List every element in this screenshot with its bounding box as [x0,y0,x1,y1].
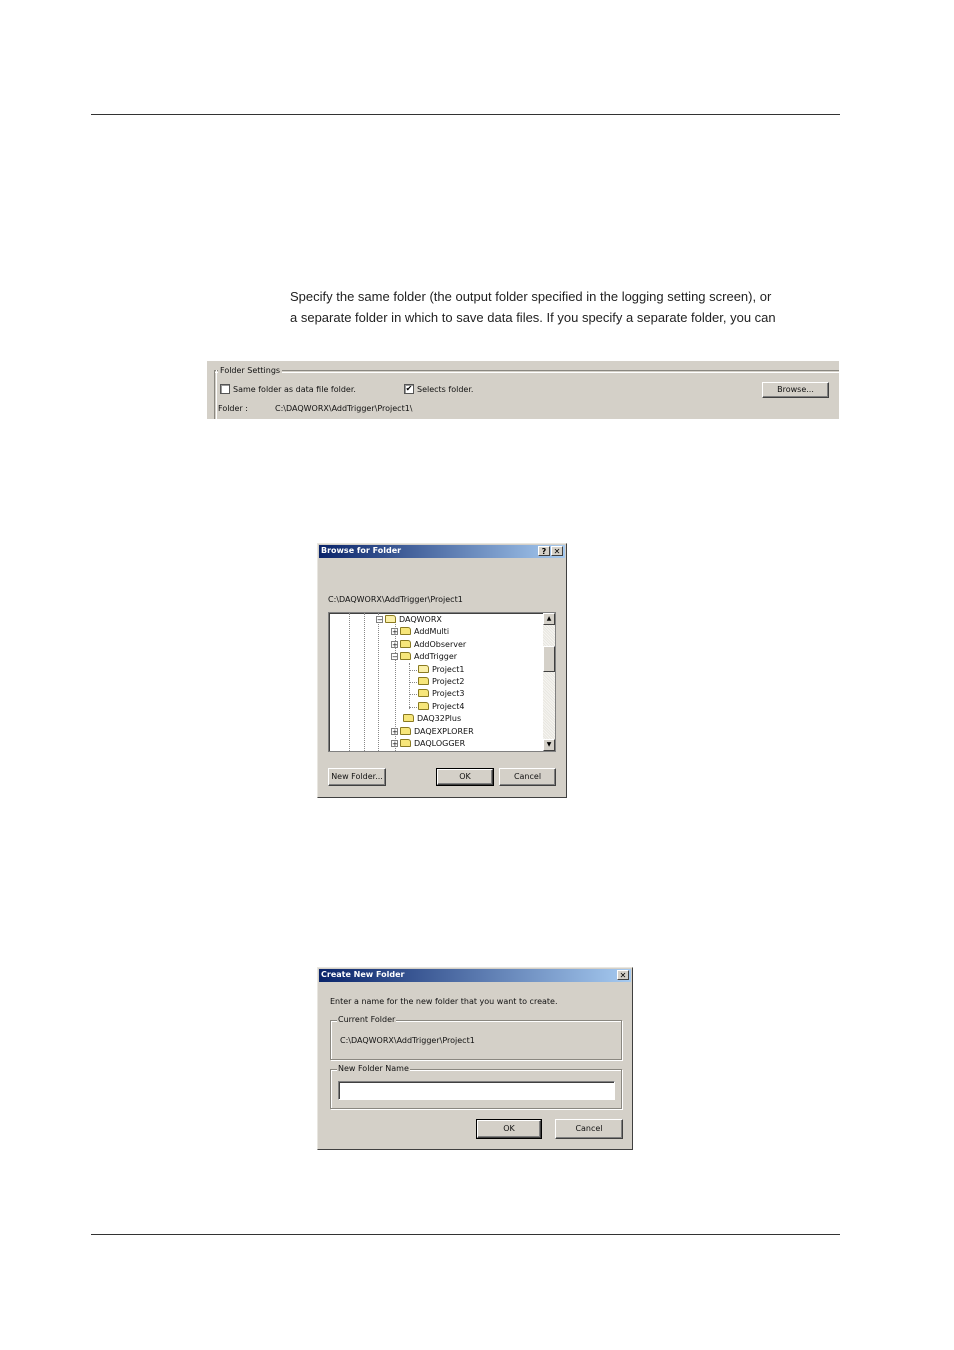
expand-icon[interactable]: + [391,641,398,649]
expand-icon[interactable]: + [391,628,398,636]
footer-rule [91,1234,840,1235]
create-dialog-titlebar: Create New Folder ✕ [319,969,631,982]
folder-icon [400,627,411,635]
tree-item-daqexplorer[interactable]: + DAQEXPLORER [391,727,474,739]
group-border-top [214,370,839,373]
new-folder-name-input[interactable] [338,1081,615,1100]
tree-item-label: DAQWORX [399,615,442,624]
collapse-icon[interactable]: − [376,616,383,624]
tree-guide [409,694,417,695]
folder-icon [400,739,411,747]
close-icon[interactable]: ✕ [551,546,563,556]
create-instruction: Enter a name for the new folder that you… [330,997,558,1006]
same-folder-label: Same folder as data file folder. [233,385,356,394]
folder-icon [403,714,414,722]
tree-item-label: DAQLOGGER [414,739,466,748]
tree-item-label: Project2 [432,677,465,686]
tree-item-addmulti[interactable]: + AddMulti [391,627,449,639]
tree-item-addobserver[interactable]: + AddObserver [391,640,466,652]
browse-current-path: C:\DAQWORX\AddTrigger\Project1 [328,595,463,604]
close-icon[interactable]: ✕ [617,970,629,980]
tree-guide [364,613,365,751]
cancel-button[interactable]: Cancel [555,1119,623,1139]
create-dialog-title: Create New Folder [321,970,405,979]
folder-icon [418,677,429,685]
tree-item-label: AddObserver [414,640,467,649]
tree-item-label: Project1 [432,665,465,674]
browse-dialog-title: Browse for Folder [321,546,402,555]
folder-icon [418,702,429,710]
expand-icon[interactable]: + [391,740,398,748]
create-new-folder-dialog: Create New Folder ✕ Enter a name for the… [317,967,633,1150]
folder-icon [400,727,411,735]
tree-guide [409,707,417,708]
tree-item-label: AddTrigger [414,652,458,661]
tree-item-label: Project4 [432,702,465,711]
paragraph-line-1: Specify the same folder (the output fold… [290,289,772,304]
browse-dialog-titlebar: Browse for Folder ? ✕ [319,545,565,558]
folder-open-icon [385,615,396,623]
same-folder-checkbox[interactable] [220,384,230,394]
scroll-thumb[interactable] [543,646,555,672]
expand-icon[interactable]: + [391,728,398,736]
tree-guide [349,613,350,751]
tree-item-daq32plus[interactable]: DAQ32Plus [403,714,461,726]
tree-item-project2[interactable]: Project2 [418,677,464,689]
browse-button[interactable]: Browse... [762,382,829,398]
folder-open-icon [418,665,429,673]
scroll-up-icon[interactable]: ▲ [543,613,555,625]
tree-guide [378,613,379,751]
new-folder-name-group: New Folder Name [330,1064,622,1109]
folder-icon [400,652,411,660]
selects-folder-checkbox[interactable]: ✔ [404,384,414,394]
header-rule [91,114,840,115]
ok-button[interactable]: OK [436,768,494,786]
tree-item-project3[interactable]: Project3 [418,689,464,701]
current-folder-group: Current Folder C:\DAQWORX\AddTrigger\Pro… [330,1015,622,1060]
tree-item-label: DAQEXPLORER [414,727,474,736]
group-border-left [214,370,217,419]
help-button[interactable]: ? [538,546,550,556]
scroll-down-icon[interactable]: ▼ [543,739,555,751]
current-folder-legend: Current Folder [337,1015,397,1024]
tree-guide [409,670,417,671]
tree-item-project1[interactable]: Project1 [418,665,464,677]
folder-label: Folder : [218,404,248,413]
new-folder-name-legend: New Folder Name [337,1064,410,1073]
cancel-button[interactable]: Cancel [499,768,556,786]
tree-item-daqworx[interactable]: − DAQWORX [376,615,442,627]
selects-folder-label: Selects folder. [417,385,474,394]
folder-icon [400,640,411,648]
tree-item-addtrigger[interactable]: − AddTrigger [391,652,457,664]
tree-guide [409,682,417,683]
tree-item-label: DAQ32Plus [417,714,462,723]
ok-button[interactable]: OK [476,1119,542,1139]
folder-icon [418,689,429,697]
folder-path-value: C:\DAQWORX\AddTrigger\Project1\ [275,404,413,413]
tree-item-daqlogger[interactable]: + DAQLOGGER [391,739,465,751]
tree-item-label: Project3 [432,689,465,698]
browse-for-folder-dialog: Browse for Folder ? ✕ C:\DAQWORX\AddTrig… [317,543,567,798]
tree-item-label: AddMulti [414,627,450,636]
current-folder-value: C:\DAQWORX\AddTrigger\Project1 [340,1036,475,1045]
paragraph-line-2: a separate folder in which to save data … [290,310,776,325]
folder-settings-panel: Folder Settings Same folder as data file… [207,361,839,419]
new-folder-button[interactable]: New Folder... [328,768,386,786]
tree-item-project4[interactable]: Project4 [418,702,464,714]
folder-tree[interactable]: − DAQWORX + AddMulti + AddObserver − AddTrig… [328,612,556,752]
tree-scrollbar[interactable]: ▲ ▼ [543,613,555,751]
collapse-icon[interactable]: − [391,653,398,661]
folder-settings-legend: Folder Settings [218,366,283,375]
